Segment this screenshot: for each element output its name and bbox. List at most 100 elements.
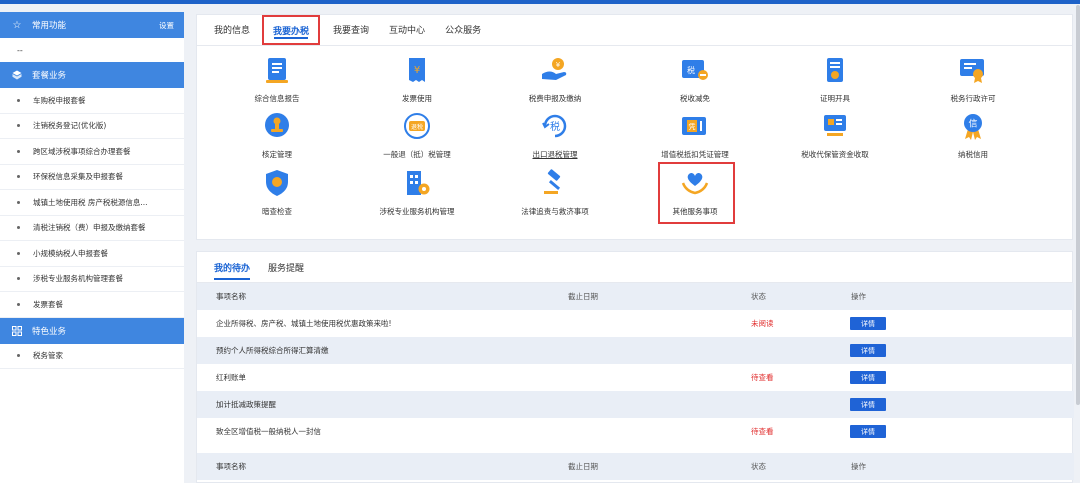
hand-coin-icon: ¥ (540, 55, 570, 85)
voucher-icon-text: 凭 (689, 122, 696, 131)
tab-query[interactable]: 我要查询 (333, 14, 369, 45)
service-label: 涉税专业服务机构管理 (379, 207, 455, 216)
certificate-icon (820, 55, 850, 85)
page-scrollbar[interactable] (1076, 5, 1080, 405)
table-row: 加计抵减政策提醒 详情 (197, 391, 1074, 418)
grid-icon (10, 325, 24, 336)
table-row: 红利账单 待查看 详情 (197, 364, 1074, 391)
tab-public-service[interactable]: 公众服务 (445, 14, 481, 45)
service-label: 增值税抵扣凭证管理 (661, 150, 729, 159)
todo-tabs: 我的待办 服务提醒 (197, 252, 1072, 283)
gavel-icon (540, 168, 570, 198)
service-professional-agency[interactable]: 涉税专业服务机构管理 (347, 168, 487, 217)
service-vat-voucher[interactable]: 凭 增值税抵扣凭证管理 (625, 111, 765, 160)
top-bar (0, 0, 1080, 4)
header-op: 操作 (851, 292, 866, 301)
row-name: 企业所得税、房产税、城镇土地使用税优惠政策来啦! (216, 319, 392, 328)
tab-interaction[interactable]: 互动中心 (389, 14, 425, 45)
sidebar-item[interactable]: 车购税申报套餐 (0, 88, 184, 114)
service-assessment[interactable]: 核定管理 (207, 111, 347, 160)
service-label: 法律追责与救济事项 (521, 207, 589, 216)
table-row: 企业所得税、房产税、城镇土地使用税优惠政策来啦! 未阅读 详情 (197, 310, 1074, 337)
sidebar-item-label: 城镇土地使用税 房产税税源信息... (33, 197, 148, 207)
service-label: 证明开具 (820, 94, 850, 103)
voucher-icon: 凭 (680, 111, 710, 141)
todo-panel: 我的待办 服务提醒 事项名称 截止日期 状态 操作 企业所得税、房产税、城镇土地… (196, 251, 1074, 483)
row-status: 待查看 (751, 427, 774, 436)
tab-tax-handling[interactable]: 我要办税 (262, 15, 321, 45)
table-header: 事项名称 截止日期 状态 操作 (197, 453, 1074, 480)
tab-my-todo[interactable]: 我的待办 (214, 252, 251, 283)
sidebar-header-common[interactable]: ☆ 常用功能 设置 (0, 12, 184, 38)
service-refund[interactable]: 退税 一般退（抵）税管理 (347, 111, 487, 160)
refund-icon-text: 退税 (411, 123, 423, 131)
table-header: 事项名称 截止日期 状态 操作 (197, 283, 1074, 310)
details-button[interactable]: 详情 (850, 425, 886, 438)
sidebar-item-label: 税务管家 (33, 351, 63, 361)
service-admin-license[interactable]: 税务行政许可 (903, 55, 1043, 104)
service-inspection[interactable]: 暗查检查 (207, 168, 347, 217)
service-tax-credit[interactable]: 信 纳税信用 (903, 111, 1043, 160)
details-button[interactable]: 详情 (850, 317, 886, 330)
row-name: 致全区增值税一般纳税人一封信 (216, 427, 321, 436)
credit-medal-icon: 信 (958, 111, 988, 141)
invoice-icon: ¥ (402, 55, 432, 85)
service-label: 核定管理 (262, 150, 292, 159)
row-status: 待查看 (751, 373, 774, 382)
stamp-icon (262, 111, 292, 141)
sidebar-item[interactable]: 小规模纳税人申报套餐 (0, 241, 184, 267)
details-button[interactable]: 详情 (850, 371, 886, 384)
service-label: 一般退（抵）税管理 (383, 150, 451, 159)
service-export-refund[interactable]: 税 出口退税管理 (485, 111, 625, 160)
sidebar-header-special[interactable]: 特色业务 (0, 317, 184, 344)
service-tax-reduction[interactable]: 税 税收减免 (625, 55, 765, 104)
service-label: 税费申报及缴纳 (528, 94, 582, 103)
service-panel: 我的信息 我要办税 我要查询 互动中心 公众服务 综合信息报告 ¥ 发票使用 ¥… (196, 14, 1073, 240)
tab-my-info[interactable]: 我的信息 (214, 14, 250, 45)
service-custody-funds[interactable]: 税收代保管资金收取 (765, 111, 905, 160)
sidebar-item[interactable]: 城镇土地使用税 房产税税源信息... (0, 190, 184, 216)
sidebar: ☆ 常用功能 设置 -- 套餐业务 车购税申报套餐 注销税务登记(优化版) 跨区… (0, 12, 184, 483)
header-name: 事项名称 (216, 462, 246, 471)
sidebar-item-label: 发票套餐 (33, 299, 63, 309)
sidebar-item[interactable]: 清税注销税（费）申报及缴纳套餐 (0, 216, 184, 241)
sidebar-item-label: 跨区域涉税事项综合办理套餐 (33, 146, 131, 156)
sidebar-item[interactable]: 涉税专业服务机构管理套餐 (0, 267, 184, 292)
tax-reduce-icon: 税 (680, 55, 710, 85)
sidebar-item[interactable]: 跨区域涉税事项综合办理套餐 (0, 139, 184, 165)
shield-icon (262, 168, 292, 198)
sidebar-item-label: 注销税务登记(优化版) (33, 121, 107, 131)
service-tax-declaration[interactable]: ¥ 税费申报及缴纳 (485, 55, 625, 104)
service-certificate[interactable]: 证明开具 (765, 55, 905, 104)
sidebar-header-label: 特色业务 (32, 326, 67, 337)
tab-service-reminder[interactable]: 服务提醒 (268, 252, 304, 283)
sidebar-item[interactable]: 环保税信息采集及申报套餐 (0, 165, 184, 190)
service-invoice-use[interactable]: ¥ 发票使用 (347, 55, 487, 104)
sidebar-item[interactable]: 注销税务登记(优化版) (0, 114, 184, 139)
service-label: 发票使用 (402, 94, 432, 103)
service-info-report[interactable]: 综合信息报告 (207, 55, 347, 104)
building-gear-icon (402, 168, 432, 198)
details-button[interactable]: 详情 (850, 398, 886, 411)
header-date: 截止日期 (568, 462, 598, 471)
table-row: 预约个人所得税综合所得汇算清缴 详情 (197, 337, 1074, 364)
sidebar-item[interactable]: 发票套餐 (0, 292, 184, 318)
sidebar-item[interactable]: 税务管家 (0, 344, 184, 369)
sidebar-placeholder: -- (17, 45, 23, 55)
service-label: 税收代保管资金收取 (801, 150, 869, 159)
sidebar-header-package[interactable]: 套餐业务 (0, 62, 184, 88)
details-button[interactable]: 详情 (850, 344, 886, 357)
service-label: 税务行政许可 (950, 94, 996, 103)
header-status: 状态 (751, 292, 766, 301)
sidebar-header-label: 常用功能 (32, 21, 67, 31)
svg-text:¥: ¥ (414, 65, 420, 76)
svg-text:¥: ¥ (556, 61, 561, 69)
service-legal-remedy[interactable]: 法律追责与救济事项 (485, 168, 625, 217)
service-label: 出口退税管理 (532, 150, 578, 159)
row-name: 预约个人所得税综合所得汇算清缴 (216, 346, 329, 355)
highlight-box (658, 162, 735, 224)
service-label: 纳税信用 (958, 150, 988, 159)
sidebar-item-label: 清税注销税（费）申报及缴纳套餐 (33, 223, 146, 233)
service-label: 税收减免 (680, 94, 710, 103)
settings-link[interactable]: 设置 (159, 20, 174, 31)
